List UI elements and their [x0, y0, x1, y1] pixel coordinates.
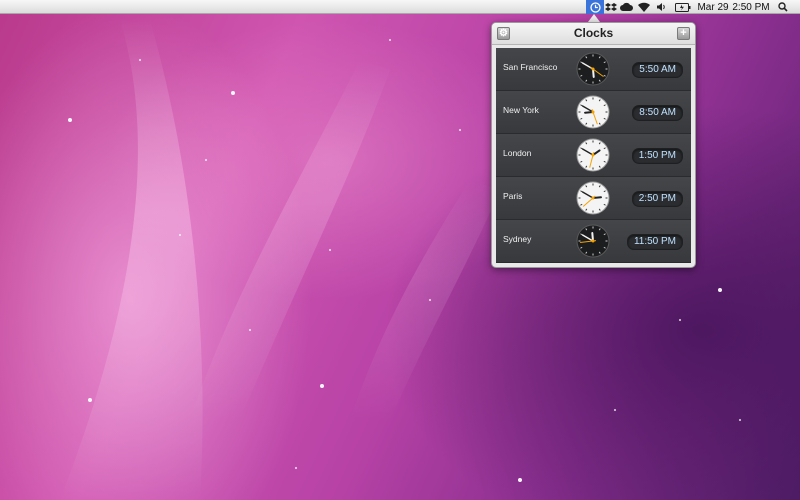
clock-list: San Francisco 5:50 AM New York 8:50 AM Londo… — [496, 48, 691, 263]
wifi-icon[interactable] — [636, 0, 652, 14]
clock-row[interactable]: London 1:50 PM — [496, 134, 691, 177]
time-display: 11:50 PM — [626, 234, 683, 250]
analog-clock-icon — [576, 95, 610, 129]
analog-clock-icon — [576, 52, 610, 86]
add-clock-button[interactable]: + — [677, 27, 690, 40]
popover-title: Clocks — [573, 26, 614, 40]
clock-row[interactable]: Paris 2:50 PM — [496, 177, 691, 220]
cloud-icon[interactable] — [618, 0, 635, 14]
popover-header: ⚙ Clocks + — [492, 23, 695, 45]
battery-icon[interactable] — [674, 0, 692, 14]
clock-row[interactable]: Sydney 11:50 PM — [496, 220, 691, 263]
menubar-time[interactable]: 2:50 PM — [731, 0, 771, 14]
time-display: 1:50 PM — [631, 148, 683, 164]
analog-clock-icon — [576, 138, 610, 172]
clocks-popover: ⚙ Clocks + San Francisco 5:50 AM New York 8… — [491, 22, 696, 268]
time-display: 8:50 AM — [632, 105, 683, 121]
menu-bar: Mar 29 2:50 PM — [0, 0, 800, 14]
time-display: 5:50 AM — [632, 62, 683, 78]
volume-icon[interactable] — [654, 0, 668, 14]
menubar-date[interactable]: Mar 29 — [697, 0, 729, 14]
clock-row[interactable]: New York 8:50 AM — [496, 91, 691, 134]
city-label: New York — [503, 105, 539, 115]
plus-icon: + — [680, 27, 687, 39]
analog-clock-icon — [576, 224, 610, 258]
clock-row[interactable]: San Francisco 5:50 AM — [496, 48, 691, 91]
analog-clock-icon — [576, 181, 610, 215]
spotlight-search-icon[interactable] — [776, 0, 790, 14]
dropbox-icon[interactable] — [604, 0, 618, 14]
city-label: Paris — [503, 191, 523, 201]
popover-arrow — [588, 14, 600, 22]
city-label: London — [503, 148, 532, 158]
time-display: 2:50 PM — [631, 191, 683, 207]
clock-icon[interactable] — [586, 0, 604, 14]
city-label: Sydney — [503, 234, 532, 244]
city-label: San Francisco — [503, 62, 558, 72]
